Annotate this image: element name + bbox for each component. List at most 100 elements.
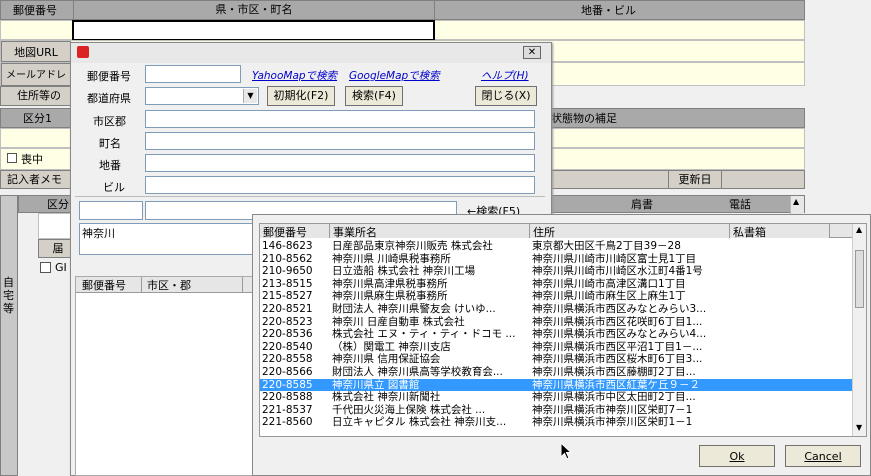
cancel-button[interactable]: Cancel [785,445,861,467]
gi-checkbox[interactable] [40,262,51,273]
cell-postal: 213-8515 [262,277,313,290]
cell-postal: 215-8527 [262,290,313,303]
cell-company: 神奈川県立 図書館 [330,378,530,392]
table-row[interactable]: 210-8562 神奈川県 川崎県税事務所 神奈川県川崎市川崎区富士見1丁目 [260,253,852,266]
cell-pobox [730,316,852,329]
cell-pobox [730,265,852,278]
scroll-thumb[interactable] [855,250,864,308]
cell-company: 財団法人 神奈川県警友会 けいゆ... [332,302,496,315]
search-postal-input[interactable] [79,201,143,220]
result-listview[interactable]: 郵便番号 事業所名 住所 私書箱 146-8623 日産部品東京神奈川販売 株式会… [259,223,867,437]
cell-postal: 210-9650 [262,265,313,278]
cell-postal: 220-8588 [262,391,313,404]
cell-postal: 220-8536 [262,328,313,341]
cell-address: 東京都大田区千鳥2丁目39－28 [532,240,681,252]
result-scrollbar[interactable]: ▲ ▼ [852,224,866,436]
town-label: 町名 [99,137,121,150]
table-row[interactable]: 220-8566 財団法人 神奈川県高等学校教育会... 神奈川県横浜市西区藤棚町2… [260,366,852,379]
main-header-row: 郵便番号 県・市区・町名 地番・ビル [0,0,805,20]
table-row[interactable]: 220-8521 財団法人 神奈川県警友会 けいゆ... 神奈川県横浜市西区みなとみ… [260,303,852,316]
city-input[interactable] [145,110,535,128]
table-row[interactable]: 221-8537 千代田火災海上保険 株式会社 ... 神奈川県横浜市神奈川区栄町7… [260,404,852,417]
mourning-checkbox[interactable] [7,153,17,163]
lot-label: 地番 [99,159,121,172]
town-input[interactable] [145,132,535,150]
cell-pobox [730,391,852,404]
table-row[interactable]: 215-8527 神奈川県麻生県税事務所 神奈川県川崎市麻生区上麻生1丁 [260,290,852,303]
cell-postal: 220-8521 [262,302,313,315]
cell-company: 神奈川県高津県税事務所 [332,277,448,290]
cell-address: 神奈川県横浜市西区みなとみらい4... [532,328,707,341]
search-button[interactable]: 検索(F4) [345,86,403,106]
cell-pobox [730,341,852,354]
close-button[interactable]: 閉じる(X) [475,86,537,106]
home-tab[interactable]: 自宅等 [0,195,18,476]
result-table: 146-8623 日産部品東京神奈川販売 株式会社 東京都大田区千鳥2丁目39－28… [260,240,852,429]
pref-select[interactable]: ▼ [145,87,259,105]
update-date-label: 更新日 [668,171,722,188]
ok-button[interactable]: Ok [699,445,775,467]
cell-address: 神奈川県横浜市西区平沼1丁目1－... [532,340,703,353]
result-header-pobox[interactable]: 私書箱 [730,224,830,239]
close-icon[interactable]: ✕ [523,46,541,59]
table-row[interactable]: 213-8515 神奈川県高津県税事務所 神奈川県川崎市高津区溝口1丁目 [260,278,852,291]
google-map-link[interactable]: GoogleMapで検索 [349,68,440,83]
table-row[interactable]: 220-8540 （株）関電工 神奈川支店 神奈川県横浜市西区平沼1丁目1－... [260,341,852,354]
cell-postal: 220-8585 [260,378,330,392]
postal-label: 郵便番号 [87,70,131,83]
cell-company: 神奈川 日産自動車 株式会社 [332,315,465,328]
col-postal-header: 郵便番号 [13,4,57,17]
cell-address: 神奈川県川崎市川崎区富士見1丁目 [532,252,697,265]
col-pref-city-header: 県・市区・町名 [73,1,435,19]
building-input[interactable] [145,176,535,194]
cell-company: 神奈川県麻生県税事務所 [332,290,448,303]
cell-pobox [730,416,852,429]
result-header: 郵便番号 事業所名 住所 私書箱 [260,224,852,239]
cell-postal: 221-8560 [262,416,313,429]
table-row[interactable]: 220-8558 神奈川県 信用保証協会 神奈川県横浜市西区桜木町6丁目3... [260,353,852,366]
gi-label: GI [55,261,67,274]
cell-company: 株式会社 神奈川新聞社 [332,391,441,404]
cell-address: 神奈川県横浜市中区太田町2丁目... [532,391,696,404]
result-header-postal[interactable]: 郵便番号 [260,224,330,239]
cell-company: 日立造船 株式会社 神奈川工場 [332,265,476,278]
scroll-up-icon[interactable]: ▲ [856,225,862,234]
cell-company: 千代田火災海上保険 株式会社 ... [332,403,486,416]
scroll-down-icon[interactable]: ▼ [856,423,862,432]
title-col-label: 肩書 [631,198,653,211]
table-row[interactable]: 220-8588 株式会社 神奈川新聞社 神奈川県横浜市中区太田町2丁目... [260,391,852,404]
building-label: ビル [103,181,125,194]
phone-col-label: 電話 [729,198,751,211]
cell-postal: 220-8523 [262,315,313,328]
table-row[interactable]: 221-8560 日立キャピタル 株式会社 神奈川支... 神奈川県横浜市神奈川区栄… [260,416,852,429]
address-etc-label: 住所等の [0,86,80,106]
table-row[interactable]: 210-9650 日立造船 株式会社 神奈川工場 神奈川県川崎市川崎区水江町4番1号 [260,265,852,278]
cell-address: 神奈川県横浜市西区花咲町6丁目1... [532,315,703,328]
chevron-down-icon[interactable]: ▼ [243,89,257,103]
result-popup: 郵便番号 事業所名 住所 私書箱 146-8623 日産部品東京神奈川販売 株式会… [252,214,871,476]
cell-company: 神奈川県 川崎県税事務所 [332,252,451,265]
help-link[interactable]: ヘルプ(H) [481,68,529,83]
table-row[interactable]: 220-8536 株式会社 エヌ・ティ・ティ・ドコモ ... 神奈川県横浜市西区みな… [260,328,852,341]
init-button[interactable]: 初期化(F2) [267,86,335,106]
yahoo-map-link[interactable]: YahooMapで検索 [252,68,337,83]
result-header-address[interactable]: 住所 [530,224,730,239]
cell-address: 神奈川県横浜市西区藤棚町2丁目... [532,365,696,378]
lot-input[interactable] [145,154,535,172]
entry-person-label: 記入者メモ [7,173,62,186]
app-icon [77,46,89,58]
pref-city-input[interactable] [72,20,435,41]
table-row[interactable]: 220-8523 神奈川 日産自動車 株式会社 神奈川県横浜市西区花咲町6丁目1..… [260,316,852,329]
map-url-label: 地図URL [1,41,71,62]
cell-address: 神奈川県川崎市高津区溝口1丁目 [532,277,686,290]
cell-postal: 220-8558 [262,353,313,366]
postal-input[interactable] [145,65,241,83]
table-row[interactable]: 146-8623 日産部品東京神奈川販売 株式会社 東京都大田区千鳥2丁目39－28 [260,240,852,253]
table-row[interactable]: 220-8585 神奈川県立 図書館 神奈川県横浜市西区紅葉ケ丘９－２ [260,378,852,392]
city-label: 市区郡 [93,115,126,128]
cell-pobox [730,290,852,303]
cell-pobox [730,353,852,366]
scroll-up-icon[interactable]: ▲ [793,197,799,206]
result-header-company[interactable]: 事業所名 [330,224,530,239]
cell-postal: 221-8537 [262,403,313,416]
